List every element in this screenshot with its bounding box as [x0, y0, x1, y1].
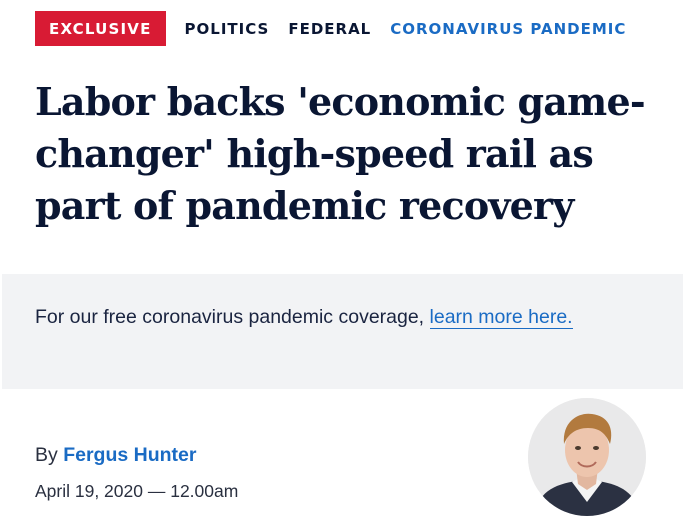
tag-coronavirus-pandemic[interactable]: CORONAVIRUS PANDEMIC: [390, 20, 626, 38]
learn-more-link[interactable]: learn more here.: [429, 306, 573, 329]
author-photo: [528, 398, 646, 516]
headline: Labor backs 'economic game-changer' high…: [35, 79, 646, 228]
tag-federal[interactable]: FEDERAL: [288, 20, 371, 38]
byline: By Fergus Hunter: [35, 444, 196, 467]
promo-banner: For our free coronavirus pandemic covera…: [2, 274, 683, 389]
author-avatar[interactable]: [528, 398, 646, 516]
byline-prefix: By: [35, 444, 64, 466]
promo-message: For our free coronavirus pandemic covera…: [35, 306, 430, 328]
publish-date: April 19, 2020 — 12.00am: [35, 481, 239, 501]
exclusive-badge: EXCLUSIVE: [35, 11, 166, 46]
article-tags: EXCLUSIVE POLITICS FEDERAL CORONAVIRUS P…: [35, 11, 626, 46]
author-link[interactable]: Fergus Hunter: [63, 444, 196, 466]
promo-text: For our free coronavirus pandemic covera…: [35, 302, 635, 333]
tag-politics[interactable]: POLITICS: [185, 20, 270, 38]
